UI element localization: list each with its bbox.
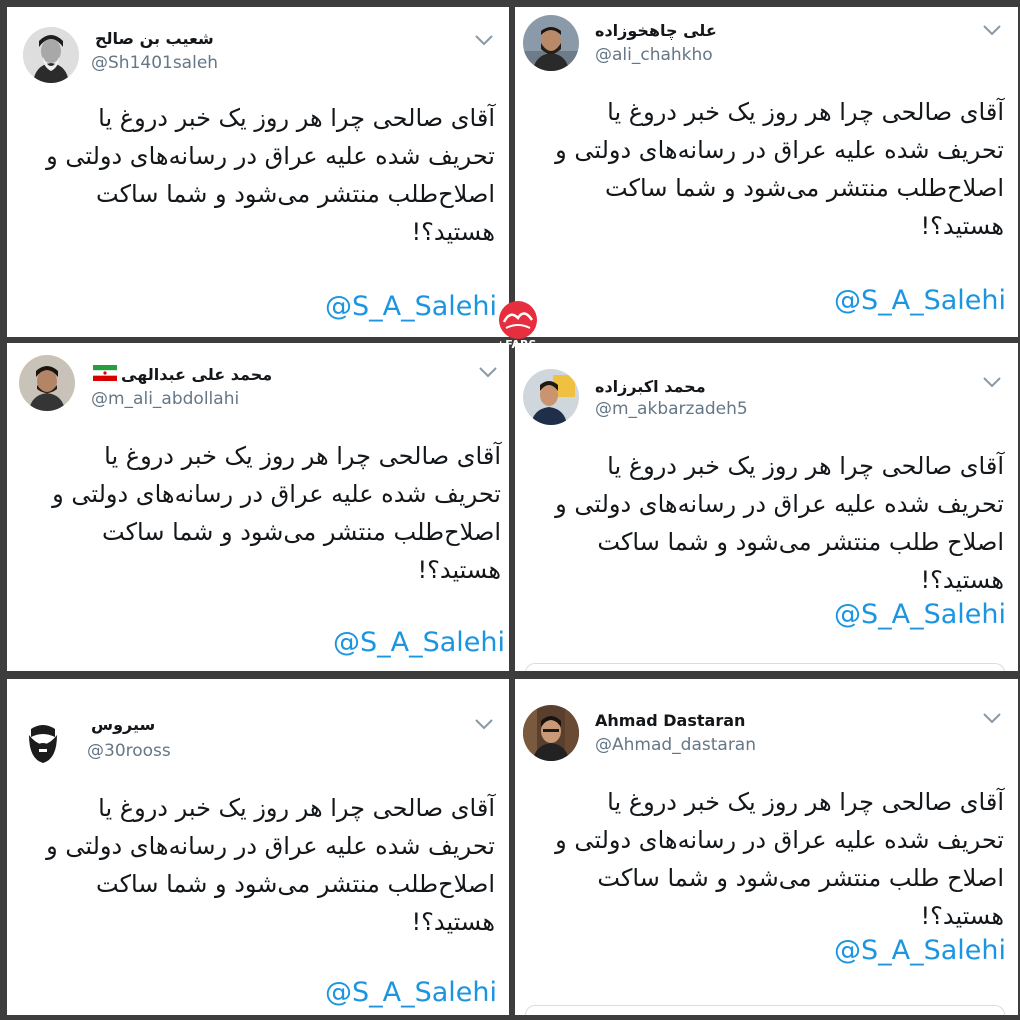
tweet-line: اصلاح‌طلب منتشر می‌شود و شما ساکت	[96, 870, 495, 898]
display-name[interactable]: محمد اکبرزاده	[595, 377, 706, 396]
display-name[interactable]: شعیب بن صالح	[95, 29, 214, 48]
tweet-line: هستید؟!	[417, 556, 501, 584]
beard-icon	[15, 713, 71, 769]
tweet-line: اصلاح طلب منتشر می‌شود و شما ساکت	[597, 528, 1004, 556]
display-name[interactable]: سیروس	[91, 715, 155, 734]
chevron-down-icon[interactable]	[477, 365, 499, 379]
tweet-line: اصلاح‌طلب منتشر می‌شود و شما ساکت	[102, 518, 501, 546]
avatar[interactable]	[15, 713, 71, 769]
tweet-line: اصلاح طلب منتشر می‌شود و شما ساکت	[597, 864, 1004, 892]
chevron-down-icon[interactable]	[981, 375, 1003, 389]
tweet-text: آقای صالحی چرا هر روز یک خبر دروغ یا تحر…	[524, 447, 1004, 599]
tweet-line: اصلاح‌طلب منتشر می‌شود و شما ساکت	[605, 174, 1004, 202]
tweet-card: محمد علی عبدالهی @m_ali_abdollahi آقای ص…	[7, 343, 509, 671]
mention-link[interactable]: @S_A_Salehi	[333, 627, 505, 658]
mention-link[interactable]: @S_A_Salehi	[325, 291, 497, 322]
chevron-down-icon[interactable]	[981, 23, 1003, 37]
tweet-card: محمد اکبرزاده @m_akbarzadeh5 آقای صالحی …	[515, 343, 1018, 671]
tweet-text: آقای صالحی چرا هر روز یک خبر دروغ یا تحر…	[15, 99, 495, 251]
tweet-line: تحریف شده علیه عراق در رسانه‌های دولتی و	[52, 480, 501, 508]
user-handle[interactable]: @m_ali_abdollahi	[91, 389, 239, 409]
portrait-icon	[523, 705, 579, 761]
tweet-line: اصلاح‌طلب منتشر می‌شود و شما ساکت	[96, 180, 495, 208]
user-handle[interactable]: @30rooss	[87, 741, 171, 761]
avatar[interactable]	[523, 15, 579, 71]
portrait-icon	[523, 369, 579, 425]
logo-brand-text: +FARS	[496, 338, 537, 351]
tweet-line: تحریف شده علیه عراق در رسانه‌های دولتی و	[555, 136, 1004, 164]
tweet-card: علی چاهخوزاده @ali_chahkho آقای صالحی چر…	[515, 7, 1018, 337]
user-handle[interactable]: @Sh1401saleh	[91, 53, 218, 73]
tweet-line: تحریف شده علیه عراق در رسانه‌های دولتی و	[46, 142, 495, 170]
portrait-icon	[19, 355, 75, 411]
chevron-down-icon[interactable]	[473, 33, 495, 47]
tweet-line: هستید؟!	[411, 908, 495, 936]
chevron-down-icon[interactable]	[981, 711, 1003, 725]
media-card-edge	[525, 663, 1005, 671]
tweet-line: هستید؟!	[920, 212, 1004, 240]
avatar[interactable]	[523, 369, 579, 425]
avatar[interactable]	[19, 355, 75, 411]
iran-flag-icon	[93, 365, 117, 381]
media-card-edge	[525, 1005, 1005, 1015]
display-name[interactable]: Ahmad Dastaran	[595, 711, 745, 730]
tweet-card: Ahmad Dastaran @Ahmad_dastaran آقای صالح…	[515, 679, 1018, 1015]
user-handle[interactable]: @ali_chahkho	[595, 45, 713, 65]
tweet-line: هستید؟!	[920, 566, 1004, 594]
tweet-line: آقای صالحی چرا هر روز یک خبر دروغ یا	[98, 104, 495, 132]
mention-link[interactable]: @S_A_Salehi	[325, 977, 497, 1008]
tweet-line: آقای صالحی چرا هر روز یک خبر دروغ یا	[104, 442, 501, 470]
tweet-text: آقای صالحی چرا هر روز یک خبر دروغ یا تحر…	[15, 437, 501, 589]
tweet-line: آقای صالحی چرا هر روز یک خبر دروغ یا	[607, 98, 1004, 126]
tweet-text: آقای صالحی چرا هر روز یک خبر دروغ یا تحر…	[15, 789, 495, 941]
tweet-card: شعیب بن صالح @Sh1401saleh آقای صالحی چرا…	[7, 7, 509, 337]
tweet-line: آقای صالحی چرا هر روز یک خبر دروغ یا	[607, 788, 1004, 816]
tweet-line: تحریف شده علیه عراق در رسانه‌های دولتی و	[555, 826, 1004, 854]
avatar[interactable]	[23, 27, 79, 83]
tweet-line: هستید؟!	[920, 902, 1004, 930]
mention-link[interactable]: @S_A_Salehi	[834, 599, 1006, 630]
mention-link[interactable]: @S_A_Salehi	[834, 935, 1006, 966]
display-name[interactable]: محمد علی عبدالهی	[121, 365, 272, 384]
tweet-line: هستید؟!	[411, 218, 495, 246]
portrait-icon	[23, 27, 79, 83]
tweet-text: آقای صالحی چرا هر روز یک خبر دروغ یا تحر…	[524, 783, 1004, 935]
portrait-icon	[523, 15, 579, 71]
tweet-line: آقای صالحی چرا هر روز یک خبر دروغ یا	[607, 452, 1004, 480]
tweet-line: تحریف شده علیه عراق در رسانه‌های دولتی و	[46, 832, 495, 860]
tweet-text: آقای صالحی چرا هر روز یک خبر دروغ یا تحر…	[524, 93, 1004, 245]
mention-link[interactable]: @S_A_Salehi	[834, 285, 1006, 316]
fars-news-logo-icon: +FARS	[488, 300, 548, 352]
display-name[interactable]: علی چاهخوزاده	[595, 21, 717, 40]
tweet-card: سیروس @30rooss آقای صالحی چرا هر روز یک …	[7, 679, 509, 1015]
tweet-line: تحریف شده علیه عراق در رسانه‌های دولتی و	[555, 490, 1004, 518]
user-handle[interactable]: @Ahmad_dastaran	[595, 735, 756, 755]
chevron-down-icon[interactable]	[473, 717, 495, 731]
user-handle[interactable]: @m_akbarzadeh5	[595, 399, 748, 419]
tweet-line: آقای صالحی چرا هر روز یک خبر دروغ یا	[98, 794, 495, 822]
avatar[interactable]	[523, 705, 579, 761]
